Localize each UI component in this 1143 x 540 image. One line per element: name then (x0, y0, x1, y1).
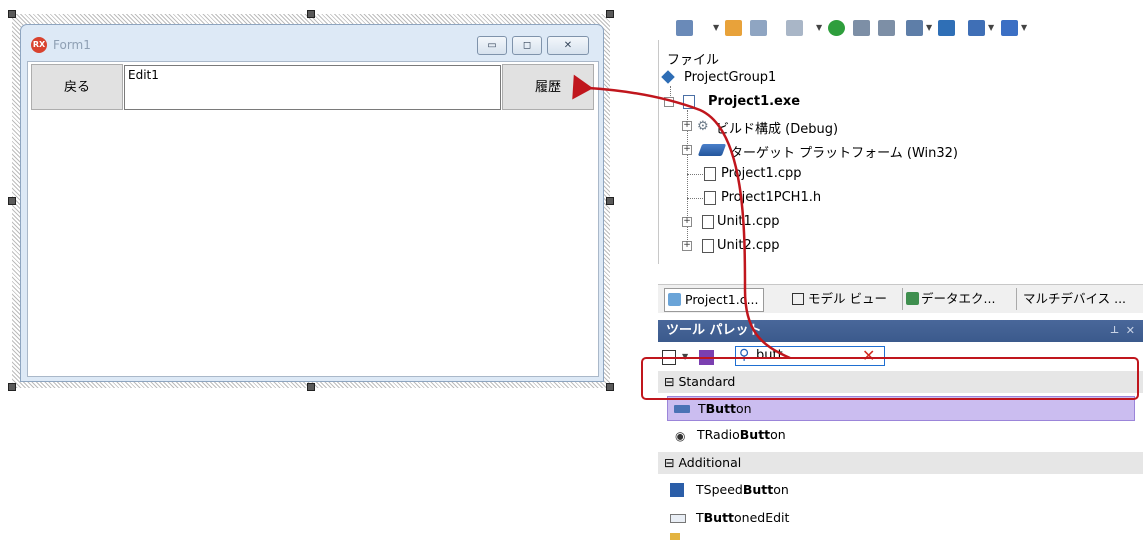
drag-arrow-annotation (572, 74, 791, 360)
